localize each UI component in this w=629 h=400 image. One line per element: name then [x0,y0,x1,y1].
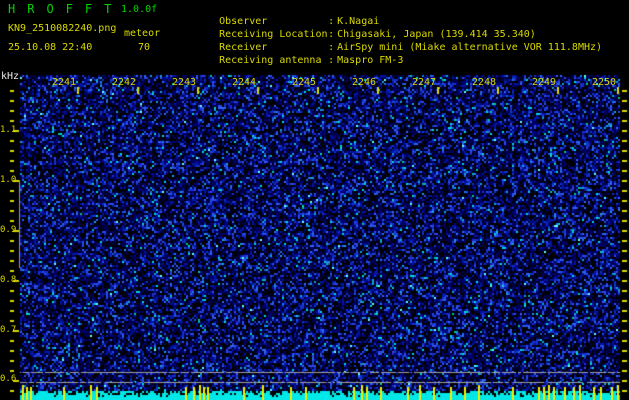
x-tick-label: 2247 [412,77,437,88]
y-tick-label: 1.0 [0,175,17,185]
info-label: Observer [219,16,268,27]
x-tick-label: 2248 [472,77,497,88]
meteor-count-value: 70 [138,42,151,53]
info-colon: : [328,29,335,40]
x-tick-label: 2246 [352,77,377,88]
info-value: Maspro FM-3 [337,55,404,66]
x-tick-label: 2250 [592,77,617,88]
x-tick-label: 2249 [532,77,557,88]
info-value: K.Nagai [337,16,380,27]
observation-datetime: 25.10.08 22:40 [8,42,93,53]
info-colon: : [328,42,335,53]
app-version: 1.0.0f [121,4,158,15]
y-axis-unit-label: kHz [1,71,20,82]
output-filename: KN9_2510082240.png [8,23,117,34]
y-tick-label: 1.1 [0,125,17,135]
meteor-count-label: meteor [124,28,161,39]
y-tick-label: 0.6 [0,374,17,384]
info-row-observer: Observer: K.Nagai [183,2,602,27]
x-tick-label: 2245 [292,77,317,88]
app-title: HROFFT [8,2,124,16]
x-tick-label: 2243 [172,77,197,88]
info-value: AirSpy mini (Miake alternative VOR 111.8… [337,42,603,53]
info-value: Chigasaki, Japan (139.414 35.340) [337,29,536,40]
station-info: Observer: K.Nagai Receiving Location: Chig… [183,2,603,66]
x-tick-label: 2244 [232,77,257,88]
info-label: Receiver [219,42,268,53]
y-tick-label: 0.8 [0,275,17,285]
info-colon: : [328,16,335,27]
x-tick-label: 2242 [112,77,137,88]
y-tick-label: 0.7 [0,325,17,335]
hrofft-output-panel: HROFFT 1.0.0f KN9_2510082240.png meteor … [0,0,629,400]
info-label: Receiving antenna [219,55,322,66]
info-colon: : [328,55,335,66]
info-label: Receiving Location [219,29,328,40]
y-tick-label: 0.9 [0,225,17,235]
x-tick-label: 2241 [52,77,77,88]
